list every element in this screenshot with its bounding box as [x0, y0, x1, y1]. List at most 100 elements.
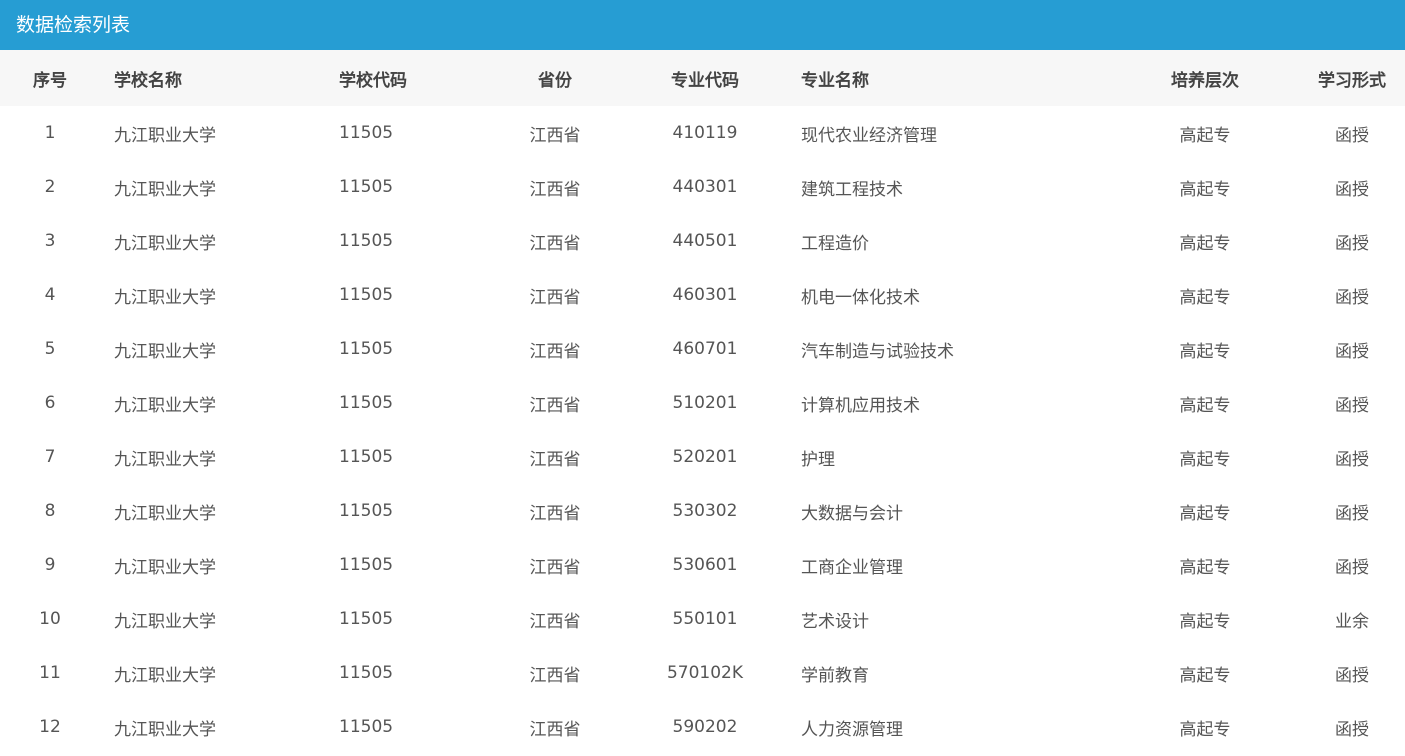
cell-study-form: 函授 — [1305, 106, 1405, 160]
cell-index: 4 — [44, 285, 56, 305]
data-search-panel: 数据检索列表 序号 学校名称 学校代码 省份 专业代码 专业名称 培养层次 学习… — [0, 0, 1405, 756]
cell-major-name: 护理 — [801, 449, 835, 470]
cell-major-name: 汽车制造与试验技术 — [801, 341, 954, 362]
table-row[interactable]: 7 九江职业大学 11505 江西省 520201 护理 高起专 函授 — [0, 430, 1405, 484]
column-header-school-code: 学校代码 — [339, 70, 407, 91]
cell-province: 江西省 — [529, 449, 581, 470]
table-row[interactable]: 2 九江职业大学 11505 江西省 440301 建筑工程技术 高起专 函授 — [0, 160, 1405, 214]
cell-index: 3 — [44, 231, 56, 251]
column-header-index: 序号 — [33, 70, 67, 91]
cell-province: 江西省 — [529, 719, 581, 740]
cell-major-name: 工商企业管理 — [801, 557, 903, 578]
cell-study-form-label: 函授 — [1335, 719, 1369, 740]
cell-study-form: 函授 — [1305, 268, 1405, 322]
cell-study-form-label: 函授 — [1335, 449, 1369, 470]
table-row[interactable]: 4 九江职业大学 11505 江西省 460301 机电一体化技术 高起专 函授 — [0, 268, 1405, 322]
cell-province: 江西省 — [529, 611, 581, 632]
cell-study-form: 函授 — [1305, 646, 1405, 700]
cell-major-code: 460701 — [672, 339, 738, 359]
cell-major-code: 530302 — [672, 501, 738, 521]
cell-index: 6 — [44, 393, 56, 413]
cell-school-name: 九江职业大学 — [114, 611, 216, 632]
cell-index: 7 — [44, 447, 56, 467]
cell-province: 江西省 — [529, 287, 581, 308]
cell-study-form-label: 函授 — [1335, 341, 1369, 362]
table-row[interactable]: 12 九江职业大学 11505 江西省 590202 人力资源管理 高起专 函授 — [0, 700, 1405, 754]
cell-major-code: 550101 — [672, 609, 738, 629]
cell-province: 江西省 — [529, 125, 581, 146]
cell-major-name: 学前教育 — [801, 665, 869, 686]
table-row[interactable]: 8 九江职业大学 11505 江西省 530302 大数据与会计 高起专 函授 — [0, 484, 1405, 538]
cell-major-name: 人力资源管理 — [801, 719, 903, 740]
table-row[interactable]: 1 九江职业大学 11505 江西省 410119 现代农业经济管理 高起专 函授 — [0, 106, 1405, 160]
cell-study-form-label: 函授 — [1335, 125, 1369, 146]
cell-level: 高起专 — [1179, 179, 1231, 200]
cell-level: 高起专 — [1179, 719, 1231, 740]
cell-school-name: 九江职业大学 — [114, 557, 216, 578]
cell-major-code: 530601 — [672, 555, 738, 575]
cell-major-name: 工程造价 — [801, 233, 869, 254]
table-row[interactable]: 5 九江职业大学 11505 江西省 460701 汽车制造与试验技术 高起专 函授 — [0, 322, 1405, 376]
cell-study-form: 函授 — [1305, 160, 1405, 214]
table-row[interactable]: 3 九江职业大学 11505 江西省 440501 工程造价 高起专 函授 — [0, 214, 1405, 268]
table-row[interactable]: 9 九江职业大学 11505 江西省 530601 工商企业管理 高起专 函授 — [0, 538, 1405, 592]
cell-study-form: 函授 — [1305, 484, 1405, 538]
column-header-study-form: 学习形式 — [1305, 50, 1405, 106]
cell-study-form: 函授 — [1305, 214, 1405, 268]
column-header-major-name: 专业名称 — [801, 70, 869, 91]
cell-province: 江西省 — [529, 341, 581, 362]
cell-major-name: 艺术设计 — [801, 611, 869, 632]
column-header-school-name: 学校名称 — [114, 70, 182, 91]
cell-study-form: 函授 — [1305, 322, 1405, 376]
cell-level: 高起专 — [1179, 395, 1231, 416]
cell-major-code: 520201 — [672, 447, 738, 467]
cell-study-form: 函授 — [1305, 430, 1405, 484]
cell-study-form-label: 函授 — [1335, 395, 1369, 416]
cell-level: 高起专 — [1179, 341, 1231, 362]
cell-study-form-label: 函授 — [1335, 557, 1369, 578]
cell-major-code: 460301 — [672, 285, 738, 305]
cell-index: 9 — [44, 555, 56, 575]
cell-index: 10 — [39, 609, 61, 629]
cell-province: 江西省 — [529, 179, 581, 200]
cell-study-form-label: 函授 — [1335, 287, 1369, 308]
table-row[interactable]: 10 九江职业大学 11505 江西省 550101 艺术设计 高起专 业余 — [0, 592, 1405, 646]
table-body: 1 九江职业大学 11505 江西省 410119 现代农业经济管理 高起专 函授 2 九江职业大… — [0, 106, 1405, 754]
cell-study-form: 函授 — [1305, 376, 1405, 430]
cell-index: 1 — [44, 123, 56, 143]
cell-school-code: 11505 — [339, 555, 394, 575]
cell-school-code: 11505 — [339, 231, 394, 251]
table-row[interactable]: 11 九江职业大学 11505 江西省 570102K 学前教育 高起专 函授 — [0, 646, 1405, 700]
cell-school-code: 11505 — [339, 285, 394, 305]
cell-school-name: 九江职业大学 — [114, 665, 216, 686]
cell-school-name: 九江职业大学 — [114, 395, 216, 416]
cell-study-form-label: 函授 — [1335, 665, 1369, 686]
cell-province: 江西省 — [529, 665, 581, 686]
cell-province: 江西省 — [529, 503, 581, 524]
cell-school-name: 九江职业大学 — [114, 233, 216, 254]
table-row[interactable]: 6 九江职业大学 11505 江西省 510201 计算机应用技术 高起专 函授 — [0, 376, 1405, 430]
cell-level: 高起专 — [1179, 557, 1231, 578]
cell-major-name: 计算机应用技术 — [801, 395, 920, 416]
cell-study-form: 函授 — [1305, 700, 1405, 754]
cell-study-form: 函授 — [1305, 538, 1405, 592]
cell-level: 高起专 — [1179, 233, 1231, 254]
cell-level: 高起专 — [1179, 611, 1231, 632]
column-header-province: 省份 — [538, 70, 572, 91]
cell-major-code: 440501 — [672, 231, 738, 251]
cell-school-name: 九江职业大学 — [114, 179, 216, 200]
column-header-study-form-label: 学习形式 — [1318, 70, 1386, 91]
cell-major-code: 590202 — [672, 717, 738, 737]
cell-major-name: 现代农业经济管理 — [801, 125, 937, 146]
cell-school-name: 九江职业大学 — [114, 125, 216, 146]
cell-school-code: 11505 — [339, 501, 394, 521]
cell-school-code: 11505 — [339, 177, 394, 197]
cell-study-form-label: 函授 — [1335, 233, 1369, 254]
cell-school-name: 九江职业大学 — [114, 287, 216, 308]
cell-index: 5 — [44, 339, 56, 359]
cell-major-code: 510201 — [672, 393, 738, 413]
cell-school-name: 九江职业大学 — [114, 341, 216, 362]
cell-school-code: 11505 — [339, 393, 394, 413]
cell-school-code: 11505 — [339, 447, 394, 467]
cell-index: 11 — [39, 663, 61, 683]
